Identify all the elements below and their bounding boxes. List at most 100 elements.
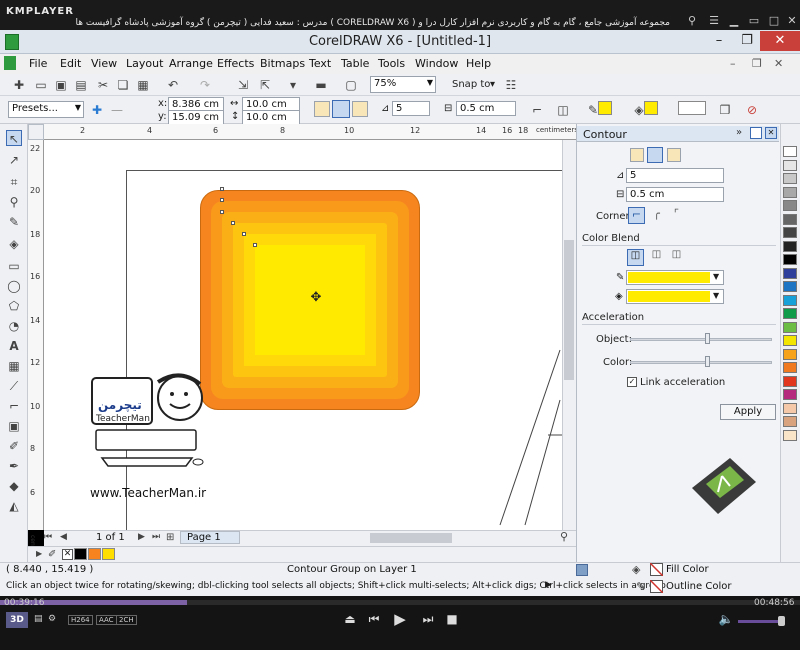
- export-icon[interactable]: ⇱: [258, 78, 272, 92]
- add-page-icon[interactable]: ⊞: [166, 532, 174, 543]
- pin-icon[interactable]: ⚲: [684, 14, 700, 28]
- dimension-tool-icon[interactable]: ⟋: [6, 378, 22, 394]
- color-blend-icon[interactable]: ◫: [556, 103, 570, 117]
- status-fill-none-icon[interactable]: [650, 563, 663, 576]
- doc-close-icon[interactable]: ✕: [774, 57, 783, 70]
- palette-swatch[interactable]: [783, 335, 797, 346]
- menu-file[interactable]: File: [29, 57, 47, 70]
- outline-color-dropdown-icon[interactable]: ▼: [713, 272, 719, 281]
- paste-icon[interactable]: ▦: [136, 78, 150, 92]
- docker-steps-field[interactable]: 5: [626, 168, 724, 183]
- palette-swatch[interactable]: [783, 267, 797, 279]
- settings-icon[interactable]: ⚙: [48, 614, 56, 624]
- palette-swatch[interactable]: [783, 281, 797, 292]
- minimize-button[interactable]: –: [706, 31, 732, 51]
- hint-more-icon[interactable]: ▶: [545, 580, 552, 590]
- menu-window[interactable]: Window: [415, 57, 458, 70]
- contour-node[interactable]: [242, 232, 246, 236]
- fill-color-swatch[interactable]: [644, 101, 658, 115]
- fill-tool-icon[interactable]: ◆: [6, 478, 22, 494]
- menu-arrange[interactable]: Arrange: [169, 57, 213, 70]
- corner-bevel-icon[interactable]: ⌜: [668, 207, 685, 224]
- full-screen-icon[interactable]: ▢: [344, 78, 358, 92]
- presets-combo[interactable]: Presets... ▼: [8, 101, 84, 118]
- palette-swatch[interactable]: [783, 429, 797, 441]
- copy-contour-icon[interactable]: ❐: [718, 103, 732, 117]
- contour-node[interactable]: [220, 187, 224, 191]
- menu-edit[interactable]: Edit: [60, 57, 81, 70]
- corner-mitered-icon[interactable]: ⌐: [628, 207, 645, 224]
- palette-swatch[interactable]: [783, 173, 797, 184]
- menu-bitmaps[interactable]: Bitmaps: [260, 57, 305, 70]
- menu-effects[interactable]: Effects: [217, 57, 254, 70]
- clear-contour-icon[interactable]: ⊘: [745, 103, 759, 117]
- add-preset-icon[interactable]: ✚: [90, 103, 104, 117]
- last-page-icon[interactable]: ⏭: [152, 532, 160, 542]
- eyedropper-tool-icon[interactable]: ✐: [6, 438, 22, 454]
- player-minimize-icon[interactable]: ▁: [726, 14, 742, 28]
- ruler-origin[interactable]: [28, 124, 44, 140]
- palette-swatch[interactable]: [783, 348, 797, 360]
- menu-help[interactable]: Help: [466, 57, 491, 70]
- doc-minimize-icon[interactable]: –: [730, 57, 736, 70]
- polygon-tool-icon[interactable]: ⬠: [6, 298, 22, 314]
- next-page-icon[interactable]: ▶: [138, 532, 145, 542]
- restore-button[interactable]: ❐: [734, 31, 760, 51]
- palette-swatch[interactable]: [783, 146, 797, 157]
- menu-text[interactable]: Text: [309, 57, 331, 70]
- player-restore-icon[interactable]: ▭: [746, 14, 762, 28]
- first-page-icon[interactable]: ⏮: [44, 532, 52, 542]
- smart-fill-tool-icon[interactable]: ◈: [6, 236, 22, 252]
- 3d-mode-button[interactable]: 3D: [6, 612, 28, 628]
- palette-swatch[interactable]: [783, 308, 797, 319]
- table-tool-icon[interactable]: ▦: [6, 358, 22, 374]
- center-move-icon[interactable]: ✥: [309, 291, 323, 305]
- redo-icon[interactable]: ↷: [198, 78, 212, 92]
- menu-tools[interactable]: Tools: [378, 57, 405, 70]
- palette-swatch[interactable]: [783, 200, 797, 211]
- fill-color-dropdown-icon[interactable]: ▼: [713, 291, 719, 300]
- palette-swatch[interactable]: [783, 227, 797, 238]
- palette-swatch[interactable]: [783, 416, 797, 427]
- palette-swatch[interactable]: [783, 321, 797, 333]
- palette-swatch[interactable]: [783, 159, 797, 171]
- docker-outside-button[interactable]: [667, 148, 681, 162]
- doc-swatch-yellow[interactable]: [102, 548, 115, 560]
- rectangle-tool-icon[interactable]: ▭: [6, 258, 22, 274]
- open-icon[interactable]: ▭: [34, 78, 48, 92]
- clockwise-blend-icon[interactable]: ◫: [648, 249, 665, 266]
- volume-thumb[interactable]: [778, 616, 785, 626]
- copy-icon[interactable]: ❏: [116, 78, 130, 92]
- new-icon[interactable]: ✚: [12, 78, 26, 92]
- outside-contour-button[interactable]: [352, 101, 368, 117]
- menu-table[interactable]: Table: [341, 57, 369, 70]
- app-launcher-icon[interactable]: ▾: [286, 78, 300, 92]
- snap-dropdown-icon[interactable]: ▾: [490, 79, 495, 90]
- previous-icon[interactable]: ⏮: [364, 612, 384, 627]
- horizontal-scroll-thumb[interactable]: [370, 533, 452, 543]
- snap-to-menu[interactable]: Snap to: [452, 79, 490, 90]
- corner-type-icon[interactable]: ⌐: [530, 103, 544, 117]
- close-button[interactable]: ✕: [760, 31, 800, 51]
- doc-restore-icon[interactable]: ❐: [752, 57, 762, 70]
- player-maximize-icon[interactable]: □: [766, 14, 782, 28]
- remove-preset-icon[interactable]: —: [110, 103, 124, 117]
- palette-swatch[interactable]: [783, 389, 797, 400]
- print-icon[interactable]: ▤: [74, 78, 88, 92]
- shape-tool-icon[interactable]: ↗: [6, 152, 22, 168]
- palette-swatch[interactable]: [783, 294, 797, 306]
- pick-tool-icon[interactable]: ↖: [6, 130, 22, 146]
- cut-icon[interactable]: ✂: [96, 78, 110, 92]
- menu-layout[interactable]: Layout: [126, 57, 163, 70]
- y-position-field[interactable]: 15.09 cm: [168, 110, 224, 125]
- corner-round-icon[interactable]: ╭: [648, 207, 665, 224]
- contour-node[interactable]: [231, 221, 235, 225]
- zoom-tool-icon[interactable]: ⚲: [6, 194, 22, 210]
- options-icon[interactable]: ☷: [504, 78, 518, 92]
- docker-collapse-icon[interactable]: »: [736, 127, 742, 138]
- freehand-tool-icon[interactable]: ✎: [6, 214, 22, 230]
- color-accel-slider[interactable]: [630, 361, 772, 364]
- interactive-fill-tool-icon[interactable]: ◭: [6, 498, 22, 514]
- undo-icon[interactable]: ↶: [166, 78, 180, 92]
- palette-swatch[interactable]: [783, 186, 797, 198]
